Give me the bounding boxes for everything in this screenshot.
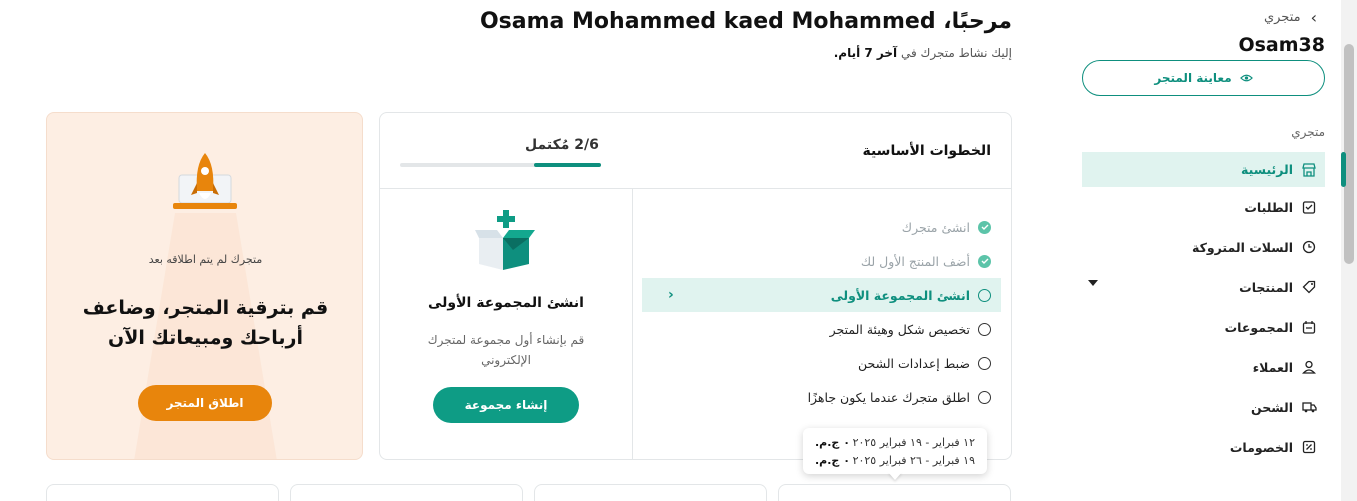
upgrade-headline: قم بترقية المتجر، وضاعف أرباحك ومبيعاتك … — [82, 297, 329, 349]
sidebar-item-home[interactable]: الرئيسية — [1082, 152, 1325, 187]
tooltip-value: ٠ ج.م. — [815, 435, 850, 449]
tooltip-value: ٠ ج.م. — [815, 453, 850, 467]
launch-store-card: متجرك لم يتم اطلاقه بعد قم بترقية المتجر… — [46, 112, 363, 460]
orders-icon — [1301, 199, 1317, 215]
launch-store-button[interactable]: اطلاق المتجر — [138, 385, 272, 421]
store-name: Osam38 — [1238, 34, 1325, 56]
step-label: ضبط إعدادات الشحن — [858, 355, 970, 371]
box-plus-icon — [475, 210, 535, 270]
tooltip-range: ١٩ فبراير - ٢٦ فبراير ٢٠٢٥ — [852, 453, 975, 467]
tooltip-row: ١٢ فبراير - ١٩ فبراير ٢٠٢٥ ٠ ج.م. — [803, 433, 987, 451]
progress-label: 2/6 مُكتمل — [525, 137, 599, 153]
sidebar-item-label: الطلبات — [1244, 199, 1293, 215]
eye-icon — [1239, 74, 1253, 82]
discount-icon — [1301, 439, 1317, 455]
sidebar-item-orders[interactable]: الطلبات — [1082, 187, 1325, 227]
step-detail-description: قم بإنشاء أول مجموعة لمتجرك الإلكتروني — [427, 333, 585, 367]
sidebar-item-label: المنتجات — [1239, 279, 1293, 295]
sidebar-item-label: الشحن — [1251, 399, 1293, 415]
create-collection-button[interactable]: إنشاء مجموعة — [433, 387, 579, 423]
progress-fill — [534, 163, 601, 167]
divider — [632, 188, 633, 460]
abandoned-cart-icon — [1301, 239, 1317, 255]
sidebar-item-label: المجموعات — [1224, 319, 1293, 335]
user-icon — [1301, 359, 1317, 375]
steps-list: انشئ متجرك أضف المنتج الأول لك انشئ المج… — [642, 210, 1001, 414]
steps-title: الخطوات الأساسية — [862, 143, 991, 159]
rocket-icon — [173, 153, 237, 209]
stat-card — [46, 484, 279, 501]
circle-icon — [978, 322, 991, 336]
step-item-current[interactable]: انشئ المجموعة الأولى › — [642, 278, 1001, 312]
step-item[interactable]: أضف المنتج الأول لك — [642, 244, 1001, 278]
chevron-left-icon: ‹ — [1310, 8, 1317, 27]
stat-card — [290, 484, 523, 501]
step-label: تخصيص شكل وهيئة المتجر — [829, 321, 970, 337]
tooltip-range: ١٢ فبراير - ١٩ فبراير ٢٠٢٥ — [852, 435, 975, 449]
step-label: انشئ متجرك — [901, 219, 970, 235]
sidebar-item-label: السلات المتروكة — [1192, 239, 1293, 255]
tag-icon — [1301, 279, 1317, 295]
sidebar-item-products[interactable]: المنتجات — [1082, 267, 1325, 307]
chart-tooltip: ١٢ فبراير - ١٩ فبراير ٢٠٢٥ ٠ ج.م. ١٩ فبر… — [803, 428, 987, 474]
page-title: مرحبًا، Osama Mohammed kaed Mohammed — [479, 9, 1012, 34]
subtitle-period: آخر 7 أيام. — [833, 46, 898, 60]
store-not-launched-text: متجرك لم يتم اطلاقه بعد — [148, 253, 263, 266]
step-label: اطلق متجرك عندما يكون جاهزًا — [807, 389, 970, 405]
sidebar-item-abandoned-carts[interactable]: السلات المتروكة — [1082, 227, 1325, 267]
onboarding-steps-card: الخطوات الأساسية 2/6 مُكتمل انشئ متجرك أ… — [379, 112, 1012, 460]
sidebar-item-label: العملاء — [1252, 359, 1293, 375]
sidebar-item-discounts[interactable]: الخصومات — [1082, 427, 1325, 467]
truck-icon — [1301, 399, 1317, 415]
preview-label: معاينة المتجر — [1154, 71, 1232, 85]
sidebar-item-shipping[interactable]: الشحن — [1082, 387, 1325, 427]
caret-down-icon[interactable] — [1088, 280, 1098, 286]
tooltip-arrow — [888, 472, 902, 480]
divider — [380, 188, 1011, 189]
sidebar-item-label: الرئيسية — [1241, 162, 1293, 177]
step-item[interactable]: انشئ متجرك — [642, 210, 1001, 244]
tooltip-row: ١٩ فبراير - ٢٦ فبراير ٢٠٢٥ ٠ ج.م. — [803, 451, 987, 469]
sidebar-item-customers[interactable]: العملاء — [1082, 347, 1325, 387]
back-label: متجري — [1263, 10, 1301, 25]
stat-card — [534, 484, 767, 501]
step-item[interactable]: تخصيص شكل وهيئة المتجر — [642, 312, 1001, 346]
subtitle-prefix: إليك نشاط متجرك في — [900, 46, 1012, 60]
circle-icon — [978, 390, 991, 404]
storefront-icon — [1301, 162, 1317, 178]
step-item[interactable]: ضبط إعدادات الشحن — [642, 346, 1001, 380]
sidebar-item-label: الخصومات — [1229, 439, 1293, 455]
page-subtitle: إليك نشاط متجرك في آخر 7 أيام. — [834, 46, 1012, 60]
back-link[interactable]: متجري ‹ — [1264, 8, 1317, 27]
check-circle-icon — [978, 220, 991, 234]
sidebar-scrollbar[interactable] — [1341, 0, 1357, 501]
preview-store-button[interactable]: معاينة المتجر — [1082, 60, 1325, 96]
sidebar-section-label: متجري — [1291, 125, 1325, 139]
step-label: أضف المنتج الأول لك — [860, 253, 970, 269]
step-label: انشئ المجموعة الأولى — [830, 287, 970, 303]
circle-icon — [978, 356, 991, 370]
collections-icon — [1301, 319, 1317, 335]
circle-icon — [978, 288, 991, 302]
check-circle-icon — [978, 254, 991, 268]
stat-card — [778, 484, 1011, 501]
chevron-right-icon: › — [668, 287, 674, 303]
step-item[interactable]: اطلق متجرك عندما يكون جاهزًا — [642, 380, 1001, 414]
active-indicator — [1341, 152, 1346, 187]
sidebar-item-collections[interactable]: المجموعات — [1082, 307, 1325, 347]
sidebar-nav: الرئيسية الطلبات السلات المتروكة المنتجا… — [1082, 152, 1325, 467]
step-detail-title: انشئ المجموعة الأولى — [428, 295, 584, 311]
